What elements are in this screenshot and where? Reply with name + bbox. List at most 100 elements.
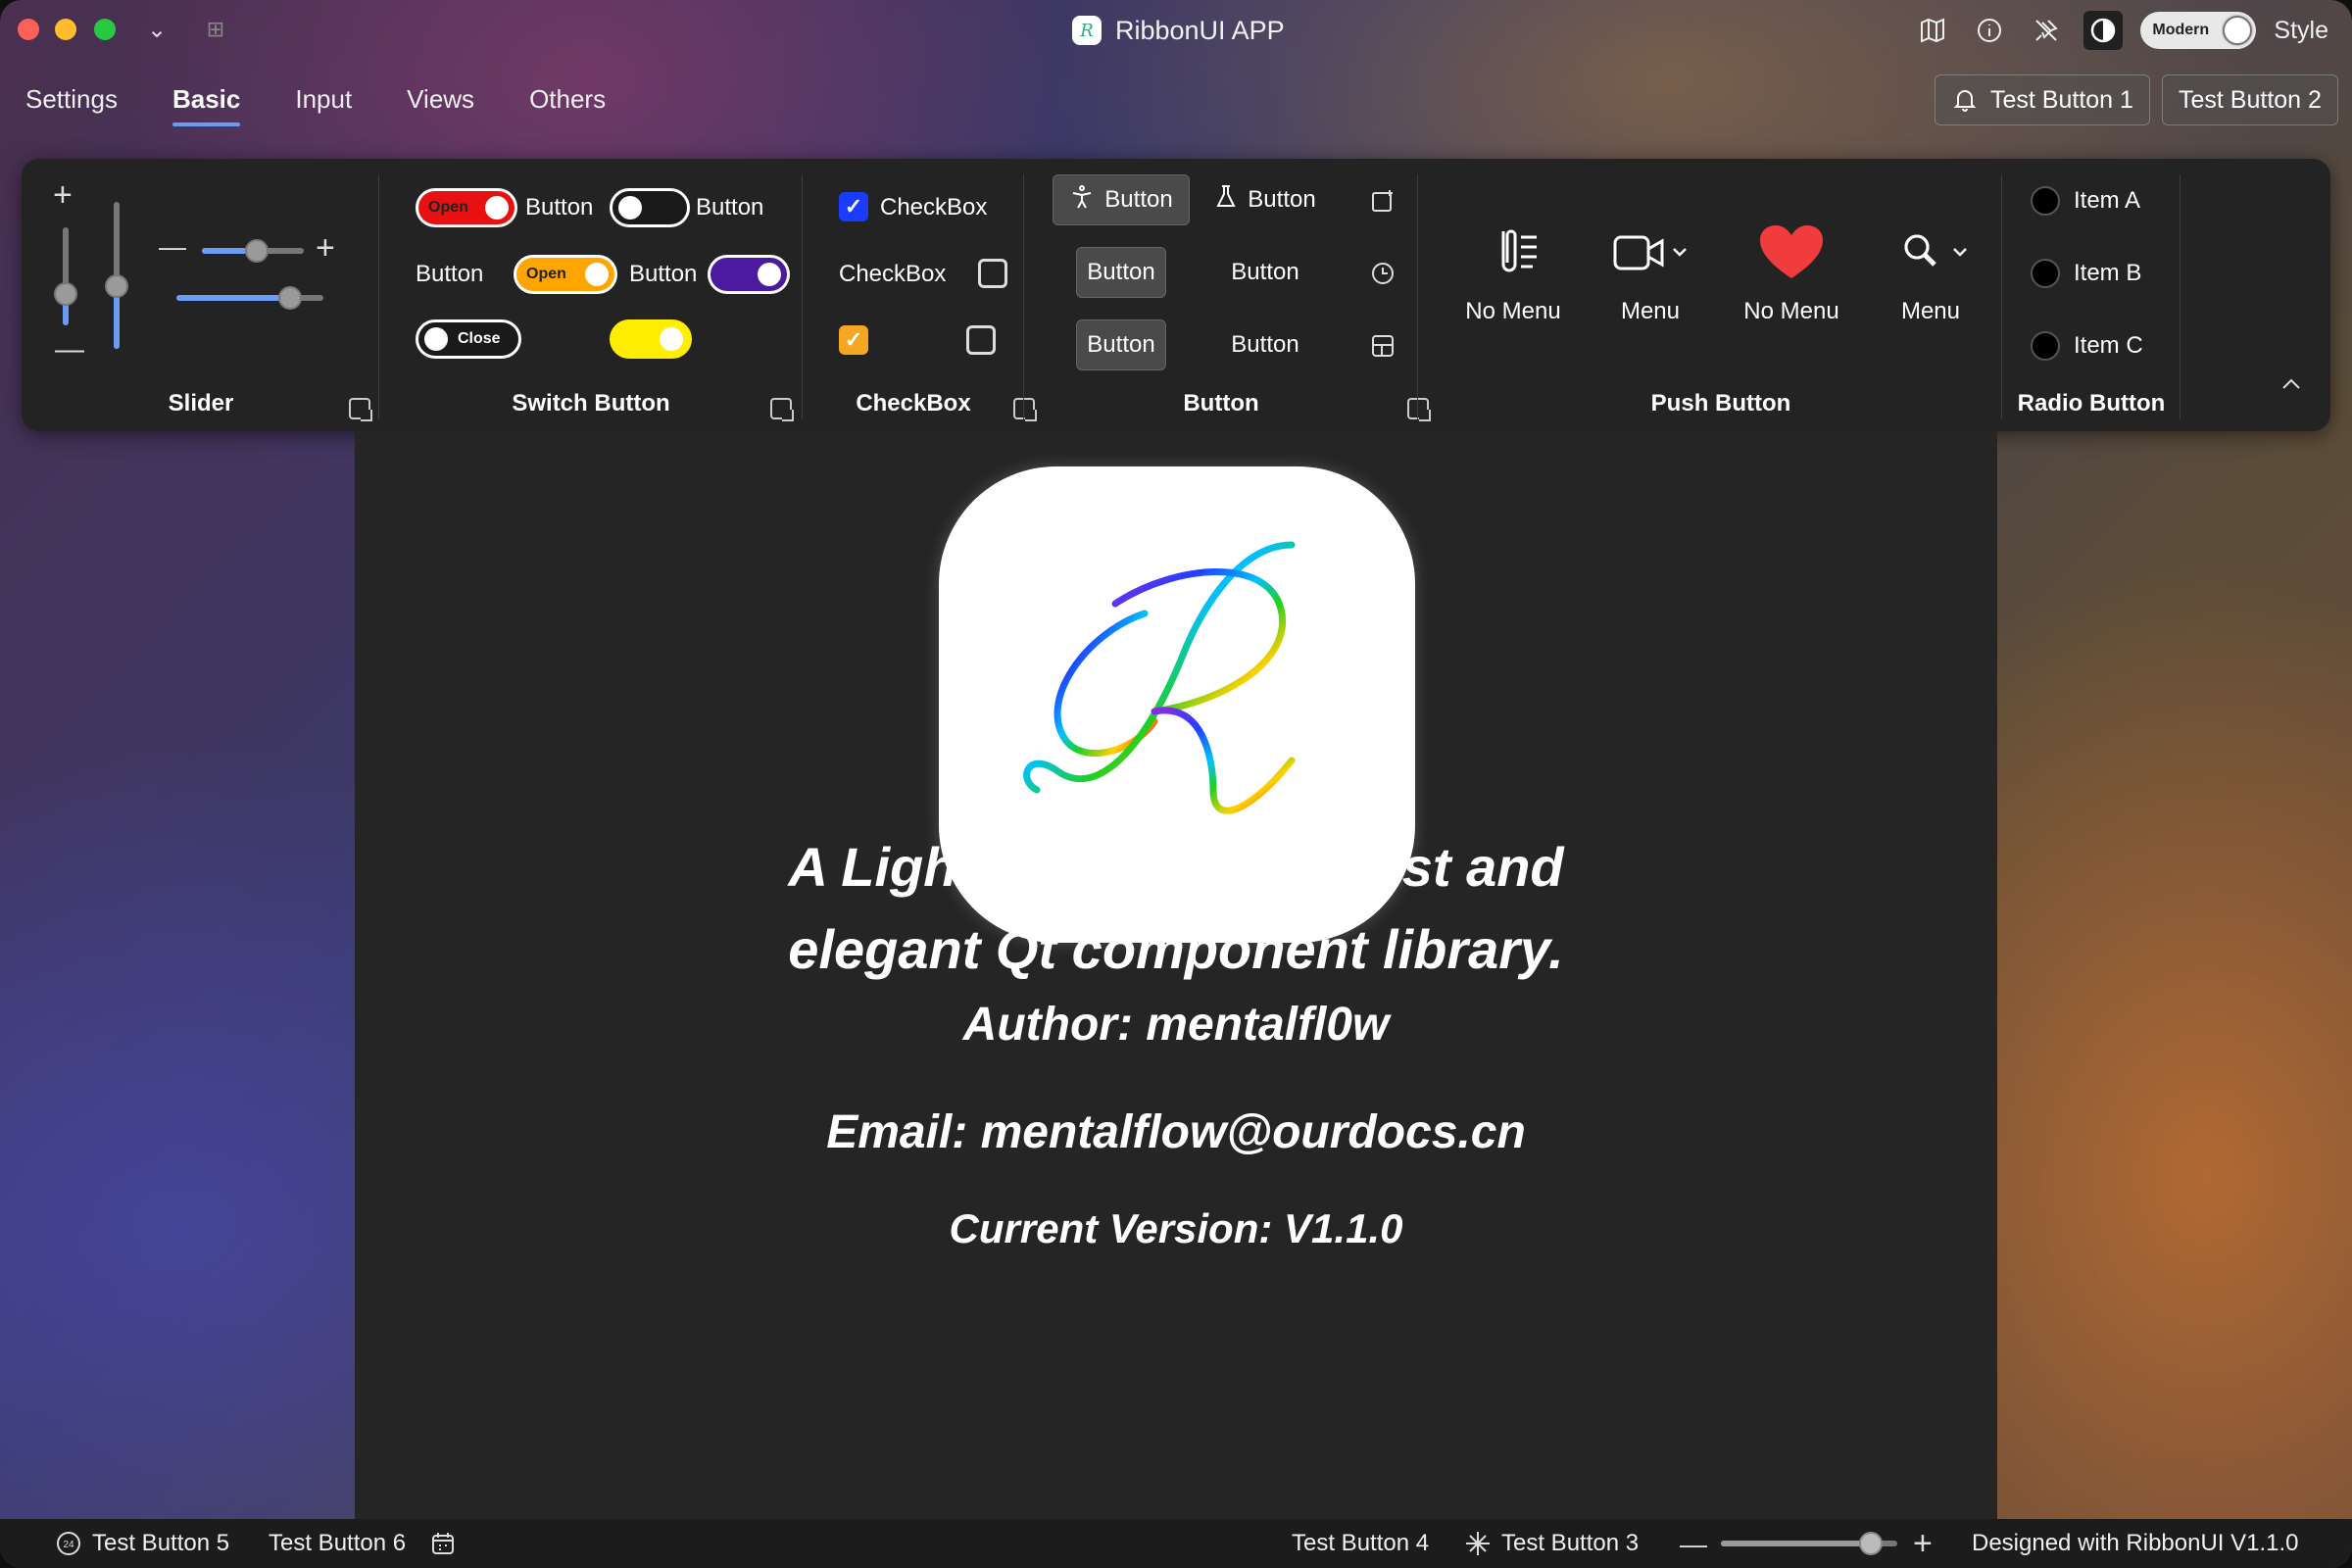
radio-item-a[interactable] (2031, 186, 2060, 216)
horizontal-slider-1-handle[interactable] (245, 239, 269, 263)
accessibility-icon (1069, 184, 1095, 217)
minimize-window-button[interactable] (55, 19, 76, 40)
group-title-radio: Radio Button (2017, 390, 2166, 416)
map-icon[interactable] (1913, 11, 1952, 50)
switch-knob (585, 263, 609, 286)
close-window-button[interactable] (18, 19, 39, 40)
vertical-slider-2-handle[interactable] (105, 274, 128, 298)
author-text: Author: mentalfl0w (962, 999, 1390, 1051)
sparkle-icon (1464, 1530, 1492, 1557)
switch-label: Open (526, 266, 566, 282)
window-title: R RibbonUI APP (1072, 14, 1285, 47)
button-label: Button (1104, 186, 1173, 213)
zoom-in-icon[interactable]: + (1913, 1525, 1933, 1563)
push-button-search[interactable]: Menu (1872, 221, 1989, 325)
ribbon-panel: + — — + Slider Open Button Button Button… (22, 159, 2330, 431)
status-bar: 24 Test Button 5 Test Button 6 Test Butt… (0, 1519, 2352, 1568)
modern-style-toggle[interactable]: Modern (2140, 12, 2257, 49)
switch-on-purple[interactable] (708, 255, 790, 294)
zoom-slider-handle[interactable] (1859, 1532, 1883, 1555)
headline-line-1: A Lightweight, minimalist and (788, 836, 1564, 898)
push-button-label: Menu (1900, 298, 1961, 324)
push-button-video[interactable]: Menu (1592, 221, 1709, 325)
checkbox-checked-blue[interactable]: ✓ (839, 192, 868, 221)
checkbox-label: CheckBox (839, 261, 947, 287)
test-button-6[interactable]: Test Button 6 (269, 1530, 457, 1557)
group-title-checkbox: CheckBox (856, 390, 971, 416)
horizontal-slider-2-handle[interactable] (278, 286, 302, 310)
plus-icon[interactable]: + (53, 178, 73, 212)
tab-others[interactable]: Others (529, 84, 606, 115)
pin-off-icon[interactable] (2027, 11, 2066, 50)
plus-icon[interactable]: + (316, 231, 335, 265)
switch-open-red[interactable]: Open (416, 188, 517, 227)
collapse-ribbon-icon[interactable] (2279, 376, 2303, 397)
24h-icon: 24 (55, 1530, 82, 1557)
window-new-icon[interactable] (1368, 186, 1397, 216)
clock-icon[interactable] (1368, 259, 1397, 288)
switch-close[interactable]: Close (416, 319, 521, 359)
group-separator (802, 174, 803, 419)
group-switch-button: Open Button Button Button Open Button Cl… (380, 159, 802, 431)
tab-input[interactable]: Input (295, 84, 352, 115)
switch-off-dark[interactable] (610, 188, 690, 227)
push-button-heart[interactable]: No Menu (1723, 221, 1860, 325)
button-plain[interactable]: Button (1076, 319, 1166, 370)
horizontal-slider-2-fill (176, 295, 290, 301)
minus-icon[interactable]: — (55, 335, 84, 365)
checkbox-unchecked[interactable] (978, 259, 1007, 288)
switch-button-label: Button (525, 194, 594, 220)
group-title-slider: Slider (168, 390, 234, 416)
designed-with-label: Designed with RibbonUI V1.1.0 (1972, 1530, 2299, 1557)
group-title-button: Button (1183, 390, 1259, 416)
group-slider: + — — + Slider (22, 159, 380, 431)
button-flask[interactable]: Button (1201, 174, 1329, 225)
group-separator (1417, 174, 1418, 419)
tab-basic[interactable]: Basic (172, 84, 241, 126)
layout-icon[interactable]: ⊞ (200, 14, 231, 45)
info-icon[interactable] (1970, 11, 2009, 50)
test-button-6-label: Test Button 6 (269, 1530, 407, 1556)
dialog-launcher-icon[interactable] (770, 398, 794, 421)
minus-icon[interactable]: — (159, 233, 186, 261)
dark-mode-icon[interactable] (2083, 11, 2124, 50)
zoom-slider[interactable] (1721, 1532, 1897, 1555)
radio-label: Item A (2074, 187, 2141, 214)
switch-on-yellow[interactable] (610, 319, 692, 359)
radio-item-c[interactable] (2031, 331, 2060, 361)
checkbox-unchecked[interactable] (966, 325, 996, 355)
group-button: Button Button Button Button Button Butto… (1025, 159, 1431, 431)
test-button-4-label: Test Button 4 (1292, 1530, 1430, 1556)
group-title-push: Push Button (1650, 390, 1791, 416)
chevron-down-icon[interactable]: ⌄ (141, 14, 172, 45)
maximize-window-button[interactable] (94, 19, 116, 40)
push-button-attach[interactable]: No Menu (1454, 221, 1572, 325)
test-button-3[interactable]: Test Button 3 (1464, 1530, 1639, 1557)
group-radio-button: Item A Item B Item C Radio Button (2003, 159, 2180, 431)
button-label: Button (1231, 331, 1299, 358)
switch-knob (660, 327, 683, 351)
button-label: Button (1231, 259, 1299, 285)
dialog-launcher-icon[interactable] (349, 398, 372, 421)
button-accessibility[interactable]: Button (1053, 174, 1190, 225)
zoom-out-icon[interactable]: — (1680, 1529, 1707, 1560)
vertical-slider-1-handle[interactable] (54, 282, 77, 306)
test-button-2[interactable]: Test Button 2 (2162, 74, 2338, 125)
test-button-4[interactable]: Test Button 4 (1292, 1530, 1429, 1557)
toggle-knob (2223, 16, 2253, 45)
test-button-5[interactable]: 24 Test Button 5 (55, 1530, 229, 1557)
button-flat[interactable]: Button (1221, 319, 1309, 370)
button-flat[interactable]: Button (1221, 247, 1309, 298)
button-label: Button (1248, 186, 1316, 213)
group-separator (2001, 174, 2002, 419)
tab-settings[interactable]: Settings (25, 84, 118, 115)
checkbox-checked-orange[interactable]: ✓ (839, 325, 868, 355)
push-button-label: No Menu (1465, 298, 1561, 324)
switch-button-label: Button (629, 261, 698, 287)
table-icon[interactable] (1368, 331, 1397, 361)
button-plain[interactable]: Button (1076, 247, 1166, 298)
tab-views[interactable]: Views (407, 84, 474, 115)
switch-open-orange[interactable]: Open (514, 255, 617, 294)
test-button-1[interactable]: Test Button 1 (1935, 74, 2150, 125)
radio-item-b[interactable] (2031, 259, 2060, 288)
